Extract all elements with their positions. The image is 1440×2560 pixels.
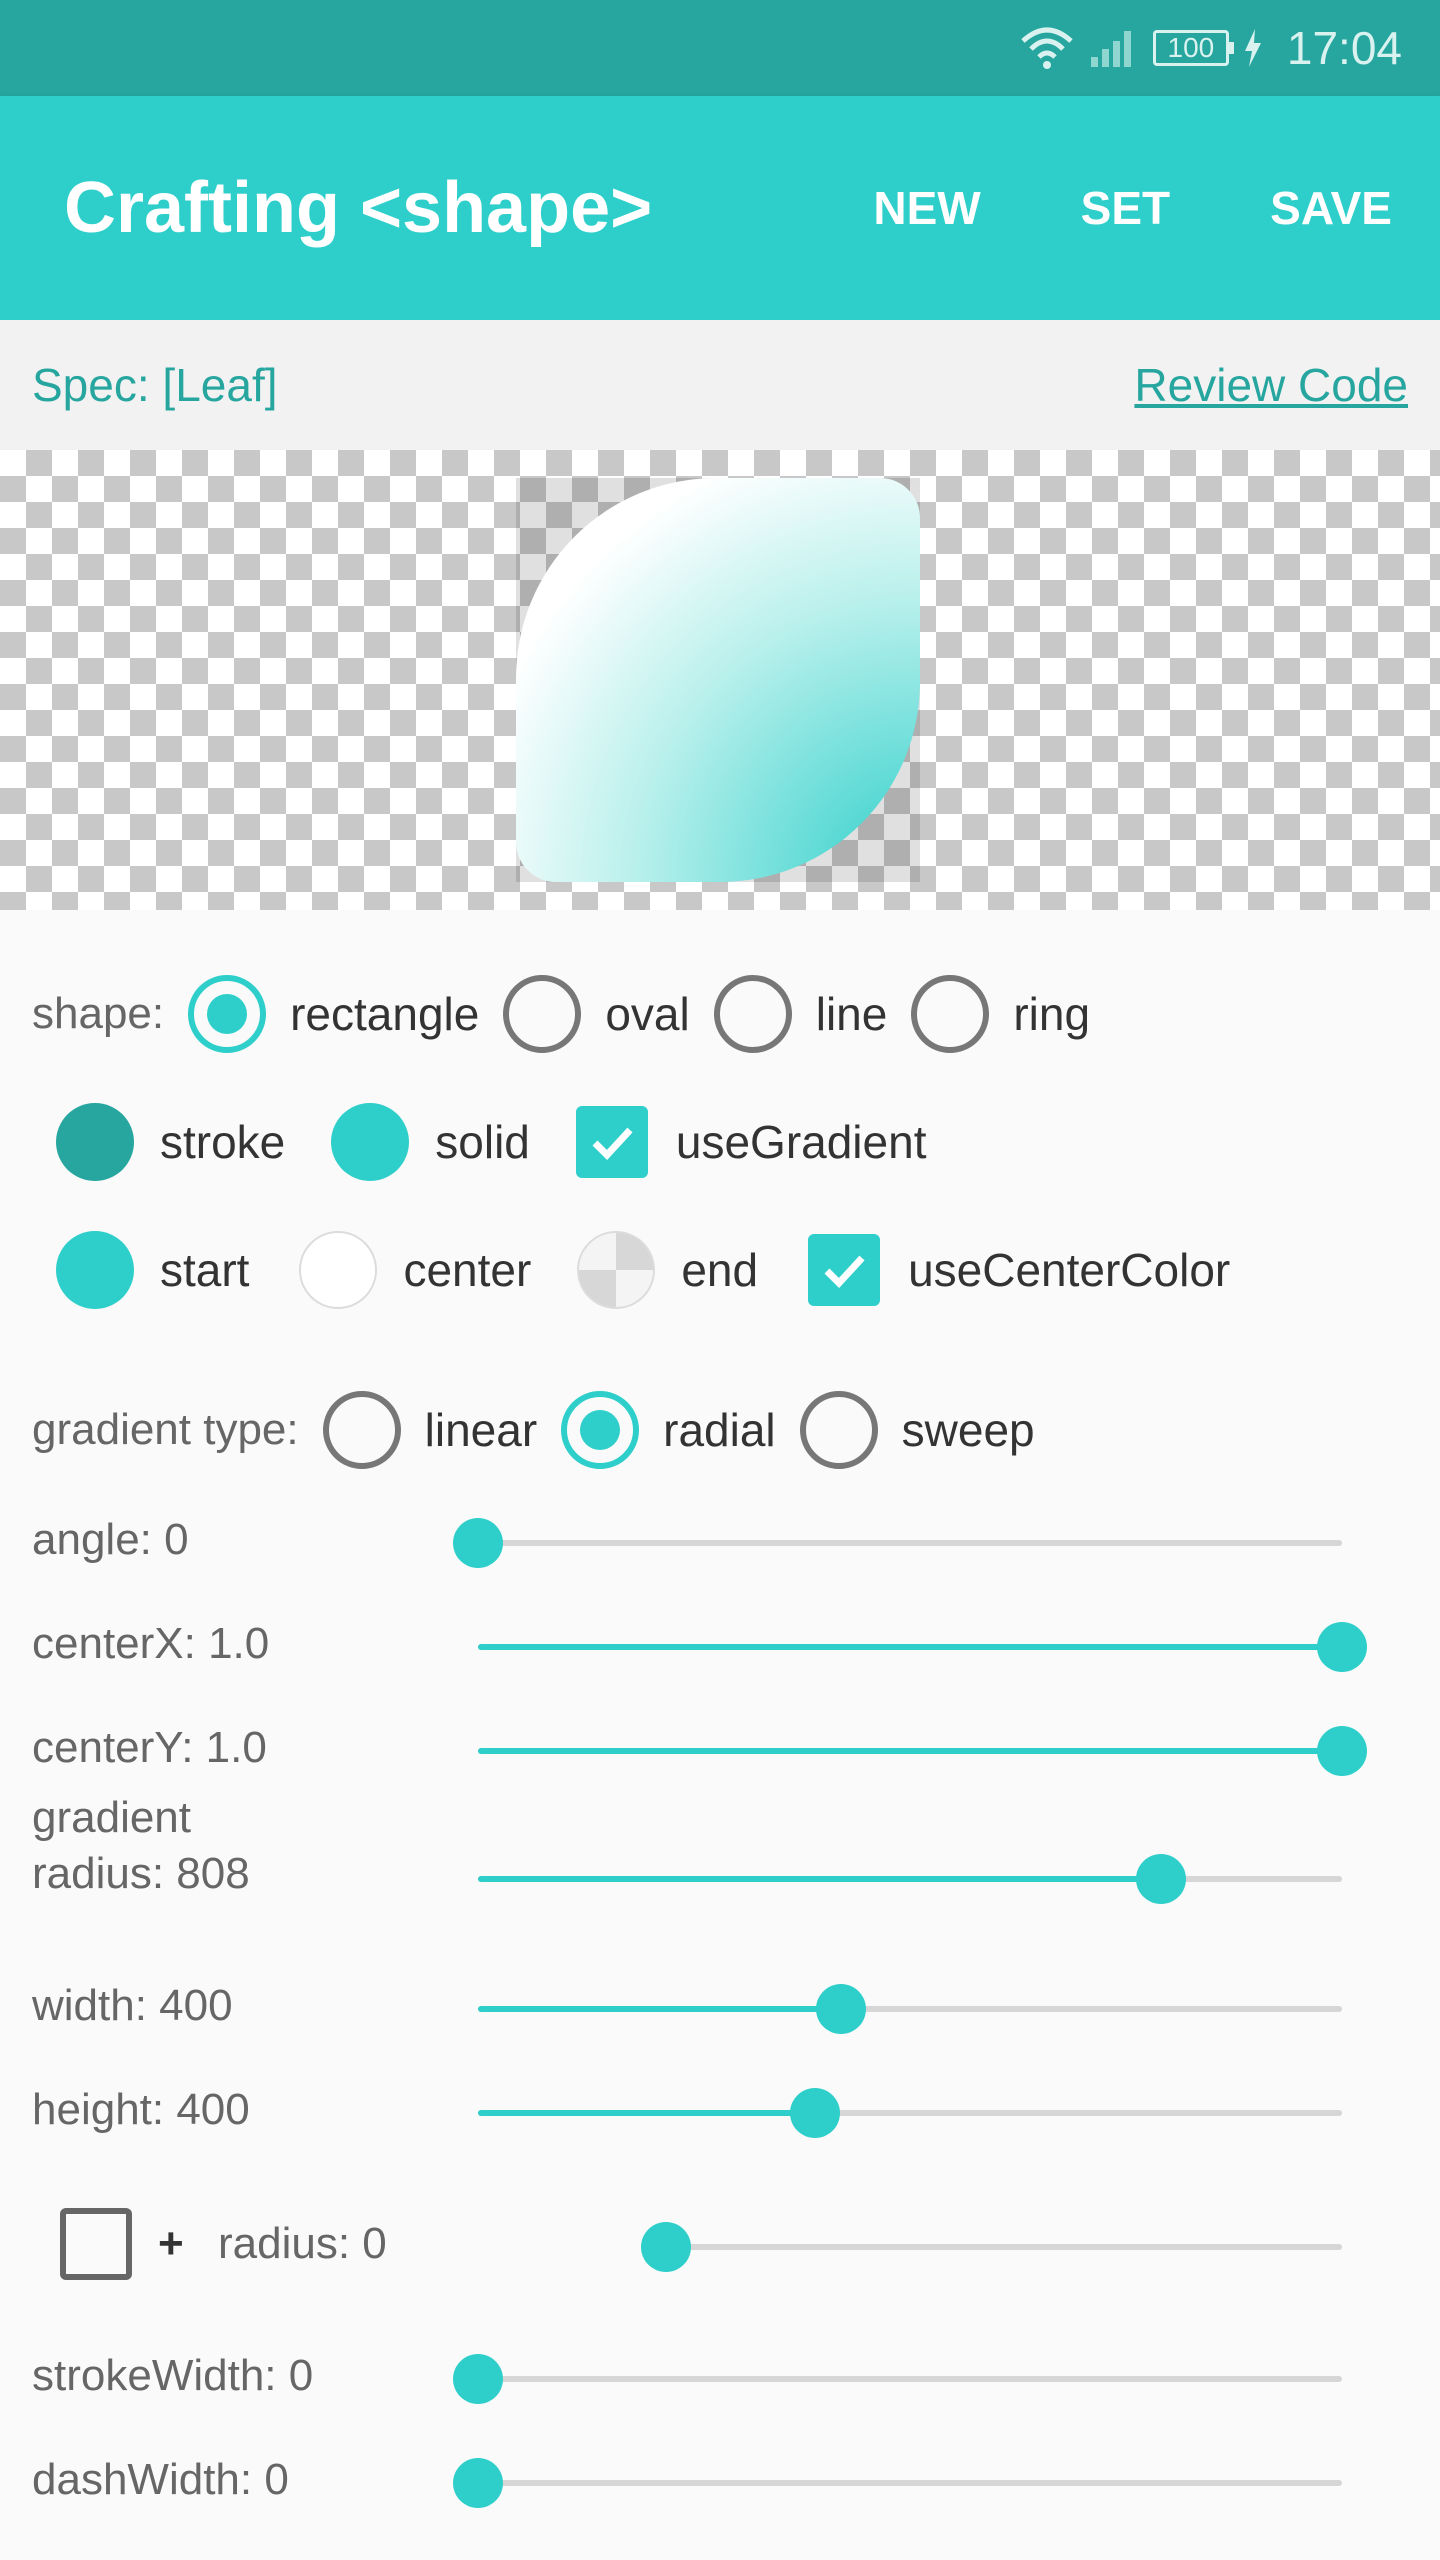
height-slider[interactable] (478, 2088, 1342, 2138)
page-title: Crafting <shape> (64, 168, 653, 248)
center-y-label: centerY: 1.0 (32, 1723, 267, 1772)
center-y-slider-fill (478, 1748, 1342, 1754)
status-icons: 100 17:04 (1019, 0, 1402, 96)
stroke-label: stroke (160, 1116, 286, 1168)
fill-row: stroke solid useGradient (0, 1094, 1440, 1190)
radio-line[interactable] (713, 975, 792, 1053)
radius-checkbox[interactable] (60, 2208, 132, 2280)
solid-color-swatch[interactable] (331, 1103, 410, 1181)
start-label: start (160, 1244, 250, 1296)
radio-sweep-label: sweep (901, 1404, 1035, 1456)
controls-panel: shape: rectangle oval line ring stroke s… (0, 910, 1440, 2560)
radio-line-label: line (815, 988, 888, 1040)
gradient-radius-slider[interactable] (478, 1854, 1342, 1904)
end-label: end (681, 1244, 759, 1296)
check-icon (592, 1127, 633, 1161)
solid-label: solid (435, 1116, 530, 1168)
center-x-slider-thumb[interactable] (1317, 1622, 1367, 1672)
stroke-width-slider[interactable] (453, 2354, 1342, 2404)
radius-slider[interactable] (641, 2222, 1342, 2272)
width-label: width: 400 (32, 1981, 233, 2030)
wifi-icon (1021, 27, 1073, 69)
gradient-radius-label-line1: gradient (32, 1793, 192, 1842)
status-time: 17:04 (1286, 22, 1402, 74)
radio-radial[interactable] (561, 1391, 640, 1469)
end-color-swatch[interactable] (577, 1231, 656, 1309)
use-gradient-checkbox[interactable] (575, 1106, 648, 1178)
radius-label: radius: 0 (218, 2219, 387, 2268)
center-color-swatch[interactable] (299, 1231, 378, 1309)
center-label: center (403, 1244, 532, 1296)
start-color-swatch[interactable] (56, 1231, 134, 1309)
radio-oval-label: oval (605, 988, 690, 1040)
shape-preview (0, 450, 1440, 910)
gradient-radius-slider-fill (478, 1876, 1161, 1882)
gradient-type-row: gradient type: linear radial sweep (0, 1382, 1440, 1478)
check-icon (824, 1255, 865, 1289)
angle-slider[interactable] (453, 1518, 1342, 1568)
radio-ring-label: ring (1013, 988, 1091, 1040)
width-slider[interactable] (478, 1984, 1342, 2034)
radio-rectangle[interactable] (188, 975, 267, 1053)
battery-icon: 100 (1152, 30, 1234, 66)
use-center-color-label: useCenterColor (908, 1244, 1231, 1296)
signal-icon (1090, 31, 1131, 67)
gradient-radius-slider-thumb[interactable] (1135, 1854, 1186, 1904)
status-bar: 100 17:04 (0, 0, 1440, 96)
new-button[interactable]: NEW (873, 181, 980, 235)
stroke-width-label: strokeWidth: 0 (32, 2351, 314, 2400)
radius-slider-thumb[interactable] (641, 2222, 691, 2272)
angle-label: angle: 0 (32, 1515, 189, 1564)
center-y-slider[interactable] (478, 1726, 1367, 1776)
gradient-type-label: gradient type: (32, 1405, 299, 1454)
gradient-radius-label-line2: radius: 808 (32, 1849, 250, 1898)
use-center-color-checkbox[interactable] (808, 1234, 881, 1306)
dash-width-slider-thumb[interactable] (453, 2458, 503, 2508)
stroke-width-slider-thumb[interactable] (453, 2354, 503, 2404)
app-bar: Crafting <shape> NEW SET SAVE (0, 96, 1440, 320)
dash-width-label: dashWidth: 0 (32, 2455, 289, 2504)
center-y-slider-thumb[interactable] (1317, 1726, 1367, 1776)
radius-plus-label: + (158, 2219, 184, 2268)
radio-sweep[interactable] (799, 1391, 878, 1469)
radio-oval[interactable] (503, 975, 582, 1053)
center-x-slider[interactable] (478, 1622, 1367, 1672)
charging-icon (1244, 29, 1261, 67)
height-slider-thumb[interactable] (789, 2088, 840, 2138)
shape-row: shape: rectangle oval line ring (0, 966, 1440, 1062)
set-button[interactable]: SET (1081, 181, 1170, 235)
radio-linear-label: linear (424, 1404, 538, 1456)
radio-ring[interactable] (911, 975, 990, 1053)
height-label: height: 400 (32, 2085, 250, 2134)
stroke-color-swatch[interactable] (56, 1103, 134, 1181)
radio-radial-label: radial (663, 1404, 776, 1456)
angle-slider-thumb[interactable] (453, 1518, 503, 1568)
leaf-shape (516, 478, 920, 882)
spec-bar: Spec: [Leaf] Review Code (0, 320, 1440, 450)
width-slider-fill (478, 2006, 841, 2012)
center-x-slider-fill (478, 1644, 1342, 1650)
width-slider-thumb[interactable] (815, 1984, 866, 2034)
shape-bounds (516, 478, 920, 882)
color-row: start center end useCenterColor (0, 1222, 1440, 1318)
spec-label: Spec: [Leaf] (32, 359, 278, 411)
review-code-link[interactable]: Review Code (1134, 320, 1408, 450)
dash-width-slider[interactable] (453, 2458, 1342, 2508)
shape-label: shape: (32, 989, 165, 1038)
use-gradient-label: useGradient (675, 1116, 927, 1168)
save-button[interactable]: SAVE (1270, 181, 1392, 235)
center-x-label: centerX: 1.0 (32, 1619, 270, 1668)
radio-rectangle-label: rectangle (290, 988, 480, 1040)
app-actions: NEW SET SAVE (873, 96, 1392, 320)
radio-linear[interactable] (322, 1391, 401, 1469)
height-slider-fill (478, 2110, 815, 2116)
